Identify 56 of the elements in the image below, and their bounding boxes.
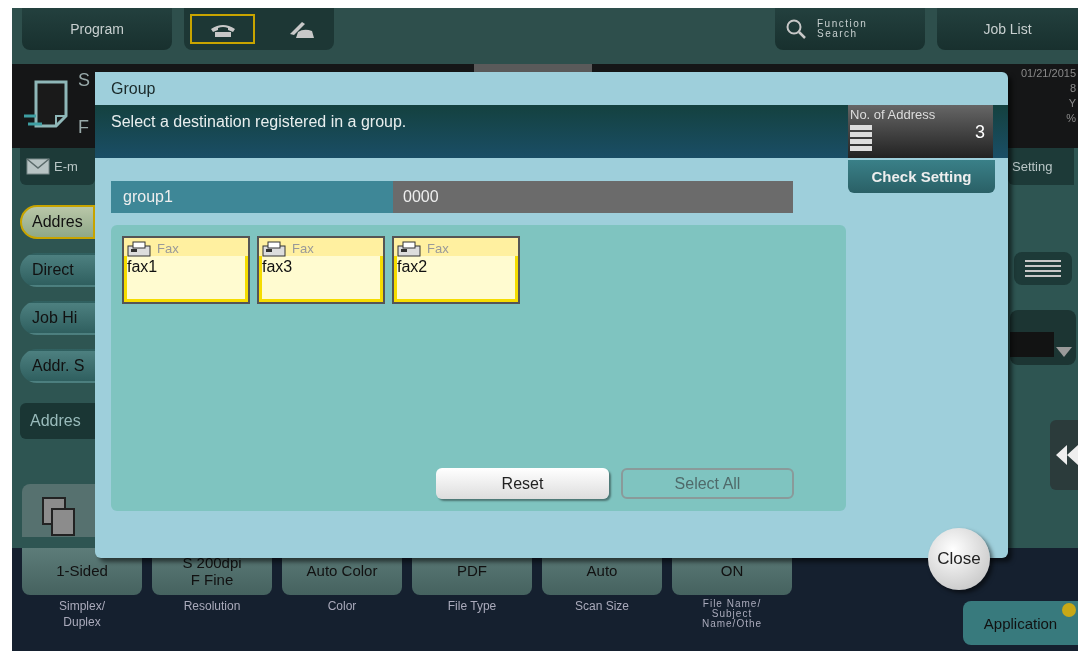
destination-type: Fax bbox=[157, 241, 179, 256]
mode-tab[interactable] bbox=[190, 14, 255, 44]
setting-label: File Type bbox=[447, 599, 497, 615]
double-left-arrow-icon bbox=[1056, 445, 1078, 465]
setting-label: Scan Size bbox=[575, 599, 629, 615]
destination-type: Fax bbox=[292, 241, 314, 256]
program-button[interactable]: Program bbox=[22, 8, 172, 50]
application-button[interactable]: Application bbox=[963, 601, 1078, 645]
address-nav-tab[interactable]: Addr. S bbox=[20, 349, 95, 383]
fax-machine-icon bbox=[127, 240, 151, 257]
indicator-dot bbox=[1062, 603, 1076, 617]
info-text: F bbox=[78, 117, 90, 138]
setting-label: Simplex/ Duplex bbox=[59, 599, 105, 631]
destination-name: fax2 bbox=[396, 257, 428, 276]
address-search-button[interactable]: Addres bbox=[20, 403, 95, 439]
reset-button[interactable]: Reset bbox=[436, 468, 609, 499]
counter-label: No. of Address bbox=[850, 107, 937, 122]
destination-name: fax3 bbox=[261, 257, 293, 276]
email-button[interactable]: E-m bbox=[20, 148, 95, 185]
group-number: 0000 bbox=[393, 181, 793, 213]
destination-tile[interactable]: Fax fax2 bbox=[392, 236, 520, 304]
envelope-icon bbox=[26, 158, 50, 175]
group-name: group1 bbox=[111, 181, 393, 213]
fax-machine-icon bbox=[262, 240, 286, 257]
list-icon bbox=[1025, 258, 1061, 279]
address-nav-tab[interactable]: Addres bbox=[20, 205, 95, 239]
check-setting-button[interactable]: Check Setting bbox=[848, 160, 995, 193]
status-text: 01/21/2015 bbox=[1020, 66, 1076, 81]
address-nav-tab[interactable]: Job Hi bbox=[20, 301, 95, 335]
job-list-button[interactable]: Job List bbox=[937, 8, 1078, 50]
duplex-pages-icon bbox=[41, 497, 76, 537]
list-view-button[interactable] bbox=[1014, 252, 1072, 285]
destination-tile[interactable]: Fax fax3 bbox=[257, 236, 385, 304]
status-text: 8 bbox=[1069, 81, 1076, 96]
dialog-message: Select a destination registered in a group. bbox=[110, 112, 407, 131]
fax-machine-icon bbox=[397, 240, 421, 257]
info-text: S bbox=[78, 70, 90, 91]
address-nav-tab[interactable]: Direct bbox=[20, 253, 95, 287]
setting-button[interactable]: Setting bbox=[1008, 148, 1074, 185]
list-icon bbox=[850, 125, 872, 151]
status-text: % bbox=[1066, 111, 1076, 126]
destination-name: fax1 bbox=[126, 257, 158, 276]
counter-value: 3 bbox=[975, 122, 985, 143]
destination-tile[interactable]: Fax fax1 bbox=[122, 236, 250, 304]
setting-button[interactable]: 1-Sided bbox=[22, 548, 142, 595]
setting-label: File Name/ Subject Name/Othe bbox=[701, 599, 763, 629]
function-search-button[interactable]: Function Search bbox=[775, 8, 925, 50]
setting-label: Color bbox=[327, 599, 357, 615]
destination-type: Fax bbox=[427, 241, 449, 256]
dialog-title: Group bbox=[110, 79, 157, 99]
setting-label: Resolution bbox=[183, 599, 241, 615]
search-icon bbox=[785, 18, 807, 40]
dropdown-field[interactable] bbox=[1010, 310, 1076, 365]
caret-down-icon bbox=[1056, 347, 1072, 357]
collapse-tab[interactable] bbox=[1050, 420, 1078, 490]
status-text: Y bbox=[1068, 96, 1076, 111]
